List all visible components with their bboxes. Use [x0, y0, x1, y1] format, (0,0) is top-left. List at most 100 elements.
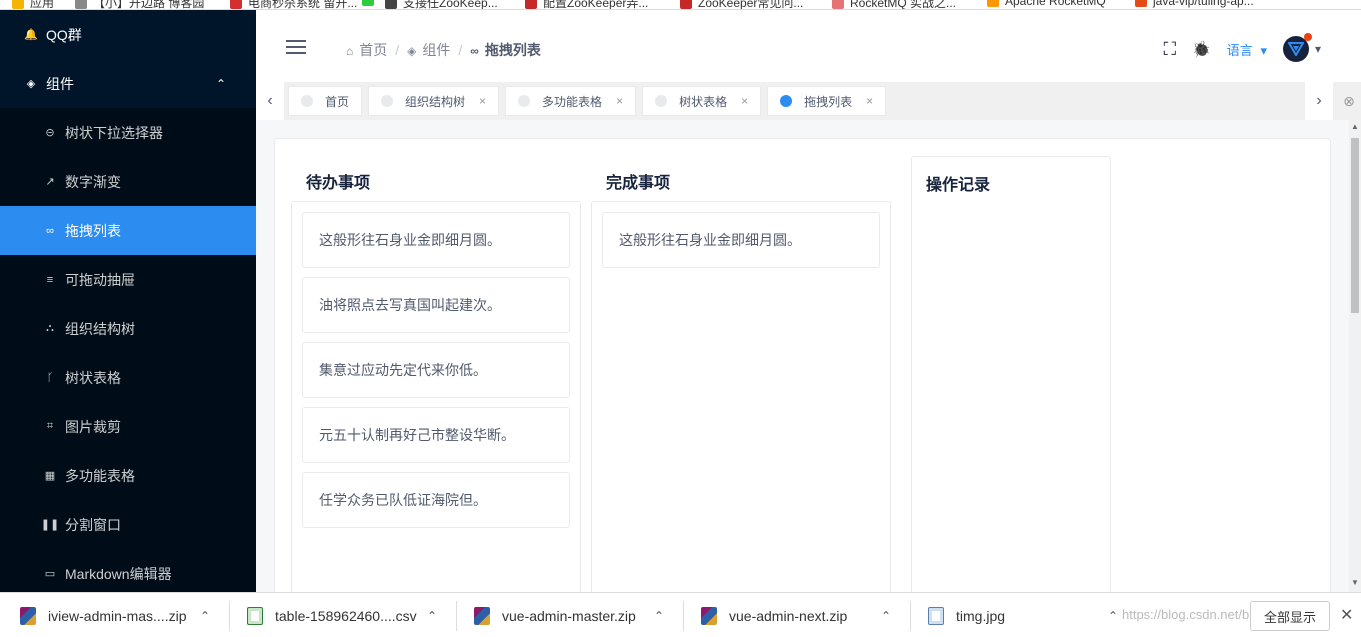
- people-icon: ⛬: [46, 322, 54, 334]
- draggable-card[interactable]: 元五十认制再好己市整设华断。: [302, 407, 570, 463]
- sidebar-item-label: 分割窗口: [65, 516, 121, 533]
- download-filename: iview-admin-mas....zip: [48, 607, 187, 624]
- breadcrumb-label: 组件: [422, 42, 451, 58]
- download-item[interactable]: table-158962460....csv: [247, 593, 417, 637]
- bookmark-label: 【小】开边路 博客园: [93, 0, 205, 10]
- sidebar-item[interactable]: ≡ 可拖动抽屉: [0, 255, 256, 304]
- sidebar-item[interactable]: ◈ 组件 ⌃: [0, 59, 256, 108]
- list-icon: ≡: [46, 273, 54, 286]
- chevron-up-icon[interactable]: ⌃: [200, 593, 210, 637]
- language-dropdown[interactable]: 语言 ▾: [1227, 40, 1267, 59]
- close-icon[interactable]: ×: [616, 94, 623, 108]
- bookmark-item[interactable]: java-vip/tuling-ap...: [1135, 0, 1254, 8]
- tags-scroll-left-button[interactable]: ‹: [256, 82, 284, 120]
- tab-item[interactable]: 组织结构树 ×: [368, 86, 500, 116]
- sidebar-item[interactable]: ᚴ 树状表格: [0, 353, 256, 402]
- sidebar-item[interactable]: ↗ 数字渐变: [0, 157, 256, 206]
- todo-title: 待办事项: [306, 175, 371, 192]
- sidebar-item[interactable]: ∞ 拖拽列表: [0, 206, 256, 255]
- bookmark-label: 应用: [30, 0, 55, 10]
- bookmark-item[interactable]: 支接任ZooKeep...: [385, 0, 498, 9]
- sidebar-item[interactable]: ⌗ 图片裁剪: [0, 402, 256, 451]
- archive-file-icon: [701, 606, 717, 625]
- bookmark-item[interactable]: RocketMQ 实战之...: [832, 0, 956, 9]
- chevron-up-icon[interactable]: ⌃: [881, 593, 891, 637]
- fullscreen-icon[interactable]: ⛶: [1164, 39, 1177, 60]
- draggable-card[interactable]: 任学众务已队低证海院但。: [302, 472, 570, 528]
- branch-icon: ᚴ: [46, 371, 54, 384]
- tab-item[interactable]: 树状表格 ×: [642, 86, 762, 116]
- divider: [683, 601, 684, 631]
- chevron-up-icon[interactable]: ⌃: [1108, 593, 1118, 637]
- sidebar: 🔔 QQ群 ◈ 组件 ⌃ ⊝ 树状下拉选择器 ↗ 数字渐变 ∞ 拖拽列表 ≡ 可拖动抽屉 ⛬ 组织结构树 ᚴ 树…: [0, 10, 256, 592]
- bookmarks-bar: 应用 【小】开边路 博客园 电商秒杀系统 留开... 支接任ZooKeep... 配置Z…: [0, 0, 1361, 10]
- download-filename: timg.jpg: [956, 607, 1006, 624]
- show-all-button[interactable]: 全部显示: [1250, 601, 1330, 631]
- menu-toggle-icon[interactable]: [286, 40, 306, 54]
- close-icon[interactable]: ✕: [1340, 605, 1353, 625]
- bookmark-label: Apache RocketMQ: [1005, 0, 1106, 8]
- user-menu[interactable]: ▾: [1282, 33, 1321, 62]
- draggable-card[interactable]: 这般形往石身业金即细月圆。: [602, 212, 880, 268]
- todo-list[interactable]: 这般形往石身业金即细月圆。 油将照点去写真国叫起建次。 集意过应动先定代来你低。 元五…: [291, 201, 581, 601]
- header: ⌂ 首页 / ◈ 组件 / ∞ 拖拽列表 ⛶ 🐞 语言 ▾ ▾: [256, 10, 1361, 82]
- tags-scroll-right-button[interactable]: ›: [1305, 82, 1333, 120]
- bookmark-item[interactable]: 【小】开边路 博客园: [75, 0, 205, 10]
- scrollbar-thumb[interactable]: [1351, 138, 1359, 313]
- tab-item[interactable]: 首页: [288, 86, 363, 116]
- sidebar-item[interactable]: ⊝ 树状下拉选择器: [0, 108, 256, 157]
- spreadsheet-file-icon: [247, 606, 263, 625]
- download-filename: table-158962460....csv: [275, 607, 417, 624]
- sidebar-item-label: 组件: [46, 75, 74, 92]
- bookmark-item[interactable]: 配置ZooKeeper弄...: [525, 0, 648, 9]
- draggable-card[interactable]: 这般形往石身业金即细月圆。: [302, 212, 570, 268]
- sidebar-item-label: 拖拽列表: [65, 222, 121, 239]
- bookmark-label: java-vip/tuling-ap...: [1153, 0, 1254, 8]
- bookmark-favicon-icon: [75, 0, 87, 9]
- sidebar-item[interactable]: ▭ Markdown编辑器: [0, 549, 256, 592]
- download-item[interactable]: vue-admin-next.zip: [701, 593, 847, 637]
- scroll-down-icon[interactable]: ▼: [1349, 578, 1361, 590]
- download-item[interactable]: iview-admin-mas....zip: [20, 593, 186, 637]
- close-all-tags-button[interactable]: ⊗: [1337, 82, 1361, 120]
- tag-dot-icon: [518, 95, 531, 107]
- bookmark-item[interactable]: ZooKeeper常见问...: [680, 0, 803, 9]
- bug-icon[interactable]: 🐞: [1192, 40, 1211, 58]
- chevron-down-icon: ▾: [1314, 42, 1321, 56]
- sidebar-item[interactable]: ❚❚ 分割窗口: [0, 500, 256, 549]
- tab-item[interactable]: 多功能表格 ×: [505, 86, 637, 116]
- sidebar-item[interactable]: ⛬ 组织结构树: [0, 304, 256, 353]
- done-title: 完成事项: [606, 175, 671, 192]
- chevron-down-icon: ▾: [1260, 42, 1267, 58]
- bookmark-item[interactable]: 应用: [12, 0, 55, 10]
- tab-active[interactable]: 拖拽列表 ×: [767, 86, 887, 116]
- divider: [910, 601, 911, 631]
- draggable-card[interactable]: 油将照点去写真国叫起建次。: [302, 277, 570, 333]
- bookmark-item[interactable]: [362, 0, 380, 6]
- chevron-up-icon[interactable]: ⌃: [427, 593, 437, 637]
- bookmark-item[interactable]: Apache RocketMQ: [987, 0, 1106, 8]
- breadcrumb: ⌂ 首页 / ◈ 组件 / ∞ 拖拽列表: [346, 40, 541, 60]
- download-item[interactable]: timg.jpg: [928, 593, 1005, 637]
- close-icon[interactable]: ×: [866, 94, 873, 108]
- done-list[interactable]: 这般形往石身业金即细月圆。: [591, 201, 891, 601]
- download-item[interactable]: vue-admin-master.zip: [474, 593, 636, 637]
- sidebar-item[interactable]: 🔔 QQ群: [0, 10, 256, 59]
- bookmark-favicon-icon: [680, 0, 692, 9]
- download-filename: vue-admin-next.zip: [729, 607, 848, 624]
- layers-icon: ◈: [26, 78, 36, 90]
- close-icon[interactable]: ×: [479, 94, 486, 108]
- sidebar-item-label: 组织结构树: [65, 320, 135, 337]
- chevron-up-icon[interactable]: ⌃: [654, 593, 664, 637]
- draggable-card[interactable]: 集意过应动先定代来你低。: [302, 342, 570, 398]
- archive-file-icon: [20, 606, 36, 625]
- breadcrumb-item[interactable]: ⌂ 首页: [346, 40, 387, 60]
- sidebar-item-label: 图片裁剪: [65, 418, 121, 435]
- bookmark-favicon-icon: [385, 0, 397, 9]
- close-icon[interactable]: ×: [741, 94, 748, 108]
- page-scrollbar[interactable]: ▲ ▼: [1349, 120, 1361, 592]
- scroll-up-icon[interactable]: ▲: [1349, 122, 1361, 134]
- sidebar-item[interactable]: ▦ 多功能表格: [0, 451, 256, 500]
- avatar: [1282, 33, 1312, 62]
- bookmark-item[interactable]: 电商秒杀系统 留开...: [230, 0, 357, 9]
